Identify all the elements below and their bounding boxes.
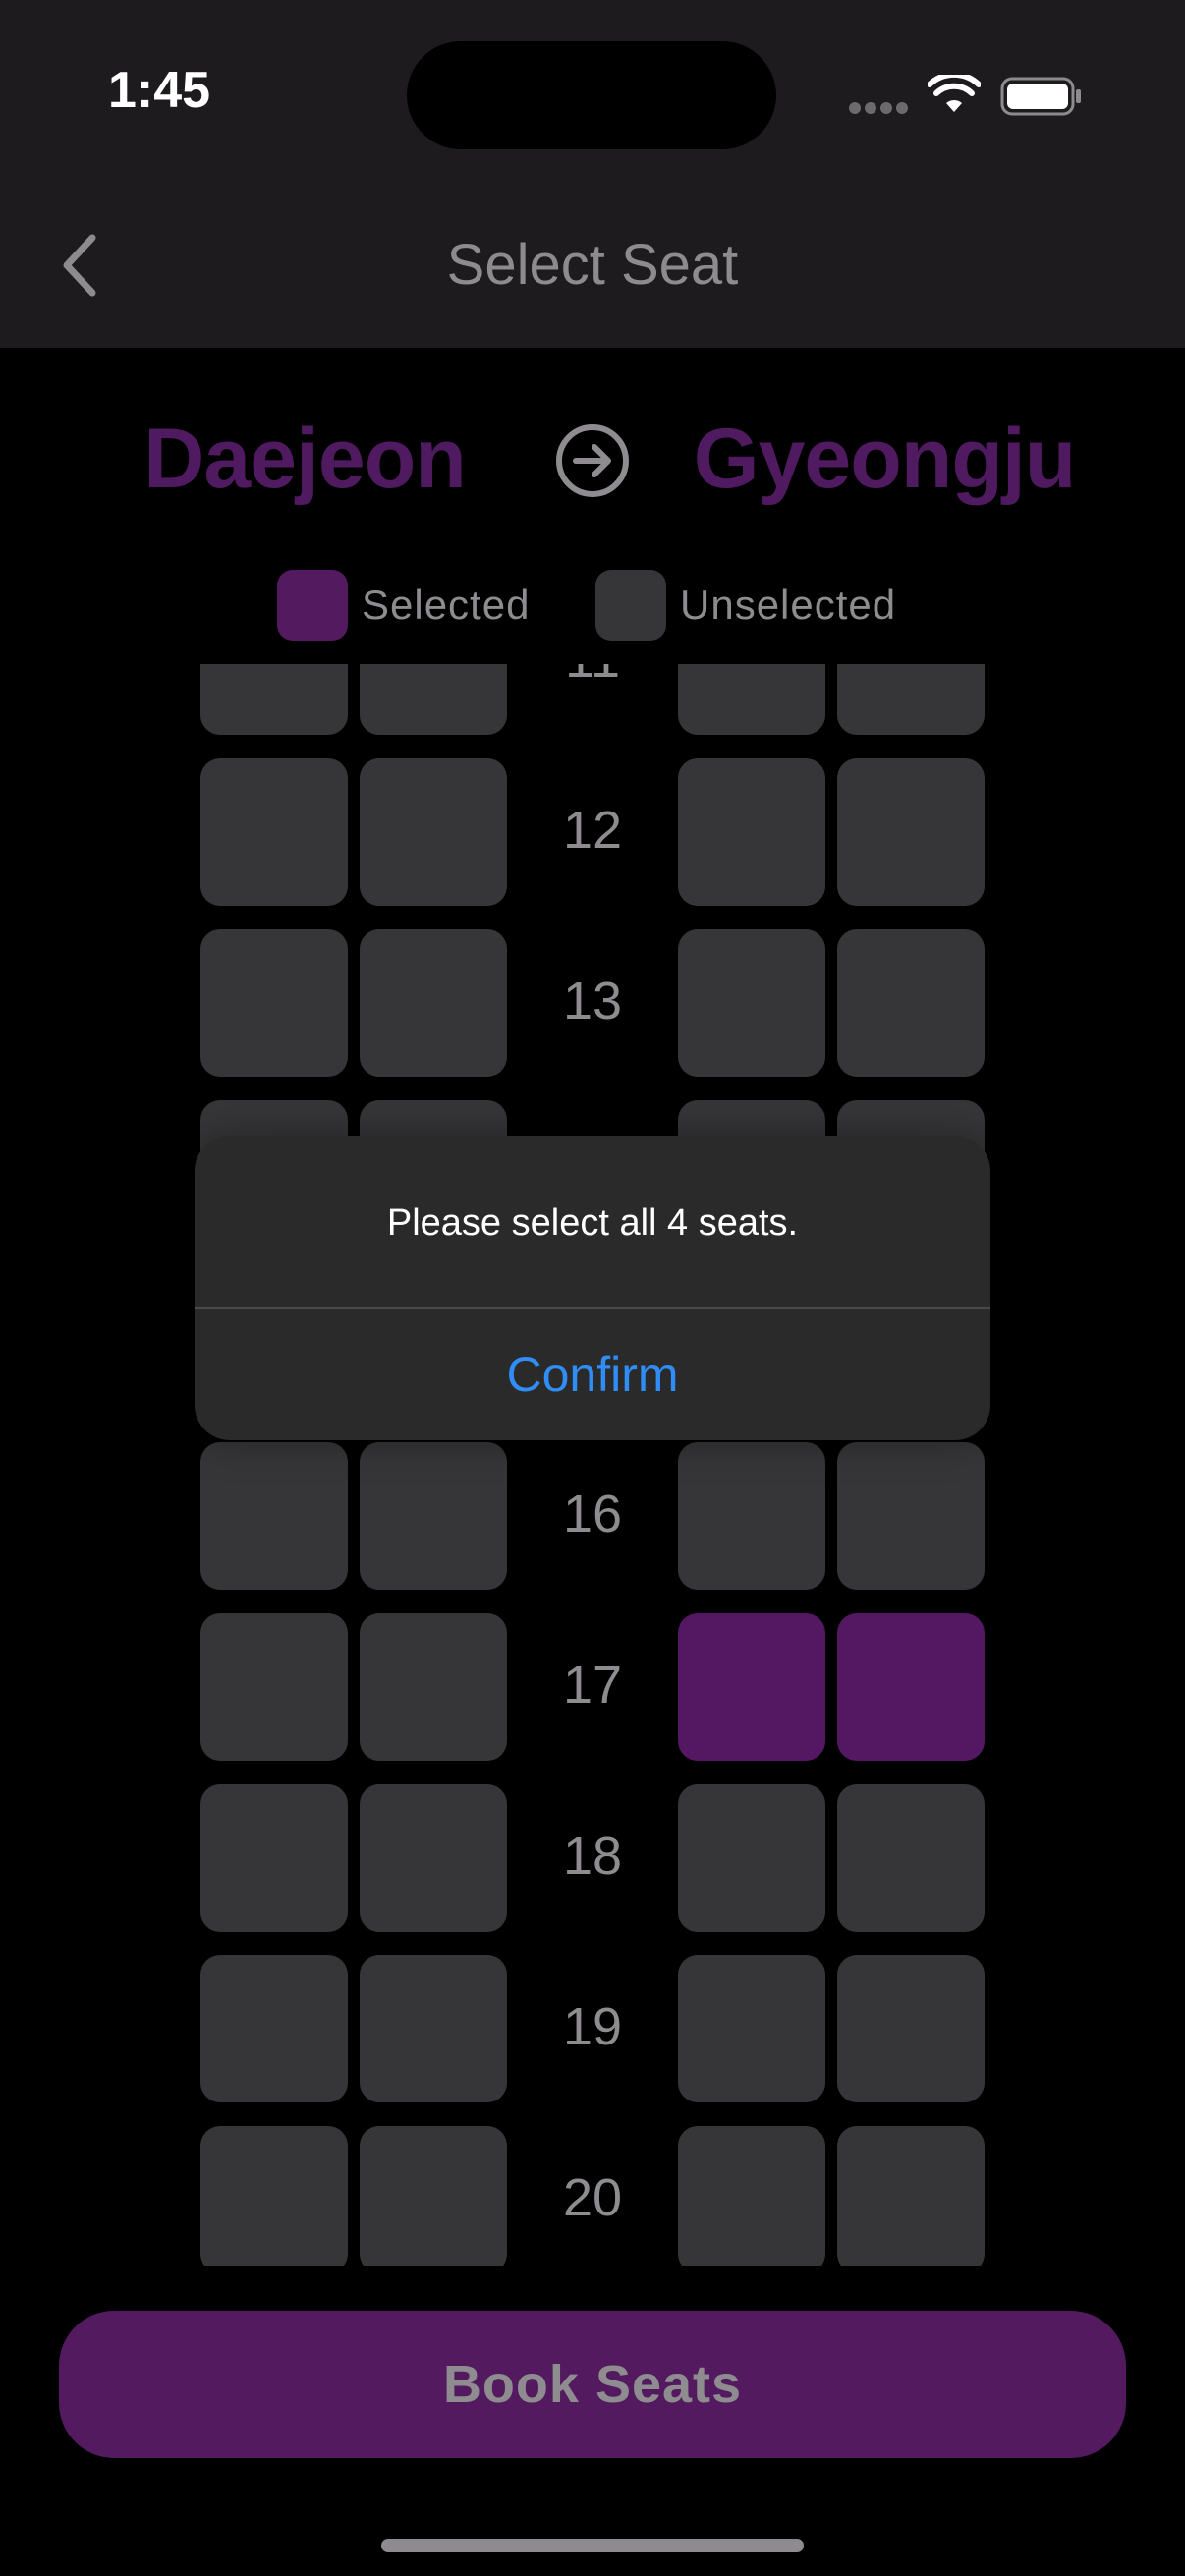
alert-dialog: Please select all 4 seats. Confirm bbox=[195, 1136, 990, 1440]
seat-selected[interactable] bbox=[837, 1613, 985, 1761]
row-number: 19 bbox=[562, 1997, 623, 2056]
row-number: 18 bbox=[562, 1826, 623, 1885]
seat[interactable] bbox=[360, 929, 507, 1077]
seat[interactable] bbox=[678, 1955, 825, 2102]
row-number: 12 bbox=[562, 801, 623, 860]
row-number: 13 bbox=[562, 972, 623, 1031]
seat[interactable] bbox=[678, 664, 825, 735]
row-number: 16 bbox=[562, 1484, 623, 1543]
seat[interactable] bbox=[678, 929, 825, 1077]
seat-row: 20 bbox=[0, 2126, 1185, 2266]
seat[interactable] bbox=[200, 758, 348, 906]
seat[interactable] bbox=[837, 664, 985, 735]
seat-row: 13 bbox=[0, 929, 1185, 1077]
route-origin: Daejeon bbox=[143, 412, 467, 506]
seat[interactable] bbox=[837, 1784, 985, 1932]
seat[interactable] bbox=[837, 2126, 985, 2266]
row-number: 11 bbox=[519, 664, 666, 690]
cellular-signal-icon bbox=[849, 102, 908, 116]
seat[interactable] bbox=[200, 1955, 348, 2102]
seat-map[interactable]: 11121314151617181920 bbox=[0, 664, 1185, 2266]
seat-row: 11 bbox=[0, 664, 1185, 735]
confirm-button[interactable]: Confirm bbox=[195, 1309, 990, 1440]
seat-row: 18 bbox=[0, 1784, 1185, 1932]
alert-message: Please select all 4 seats. bbox=[386, 1203, 799, 1244]
seat[interactable] bbox=[360, 1613, 507, 1761]
book-seats-button[interactable]: Book Seats bbox=[59, 2311, 1126, 2458]
route-destination: Gyeongju bbox=[693, 412, 1077, 506]
seat[interactable] bbox=[360, 664, 507, 735]
seat-row: 17 bbox=[0, 1613, 1185, 1761]
battery-icon bbox=[1000, 77, 1081, 116]
arrow-right-circle-icon bbox=[556, 424, 629, 497]
seat[interactable] bbox=[360, 1784, 507, 1932]
seat[interactable] bbox=[678, 758, 825, 906]
status-time: 1:45 bbox=[108, 62, 211, 119]
seat[interactable] bbox=[360, 2126, 507, 2266]
seat[interactable] bbox=[360, 758, 507, 906]
row-number: 17 bbox=[562, 1655, 623, 1714]
chevron-left-icon bbox=[63, 234, 96, 297]
legend-selected-label: Selected bbox=[362, 582, 531, 628]
legend-selected-swatch bbox=[277, 570, 348, 641]
seat[interactable] bbox=[200, 1613, 348, 1761]
dynamic-island bbox=[407, 41, 776, 149]
seat[interactable] bbox=[678, 1442, 825, 1590]
seat[interactable] bbox=[200, 664, 348, 735]
seat[interactable] bbox=[837, 1955, 985, 2102]
legend-unselected-swatch bbox=[595, 570, 666, 641]
seat[interactable] bbox=[678, 1784, 825, 1932]
seat[interactable] bbox=[678, 2126, 825, 2266]
seat[interactable] bbox=[200, 1442, 348, 1590]
seat[interactable] bbox=[837, 929, 985, 1077]
back-button[interactable] bbox=[51, 224, 122, 307]
seat-selection-screen: 1:45 Select Seat Daejeon Gyeongju Select… bbox=[0, 0, 1185, 2576]
seat[interactable] bbox=[360, 1955, 507, 2102]
seat[interactable] bbox=[200, 1784, 348, 1932]
seat[interactable] bbox=[200, 929, 348, 1077]
seat[interactable] bbox=[837, 1442, 985, 1590]
seat-selected[interactable] bbox=[678, 1613, 825, 1761]
legend-unselected-label: Unselected bbox=[680, 582, 897, 628]
seat[interactable] bbox=[200, 2126, 348, 2266]
seat-row: 19 bbox=[0, 1955, 1185, 2102]
row-number: 20 bbox=[562, 2168, 623, 2227]
page-title: Select Seat bbox=[446, 233, 739, 297]
seat-row: 16 bbox=[0, 1442, 1185, 1590]
home-indicator bbox=[381, 2539, 804, 2552]
seat[interactable] bbox=[360, 1442, 507, 1590]
seat[interactable] bbox=[837, 758, 985, 906]
wifi-icon bbox=[928, 75, 981, 112]
seat-row: 12 bbox=[0, 758, 1185, 906]
top-bar: 1:45 Select Seat bbox=[0, 0, 1185, 348]
